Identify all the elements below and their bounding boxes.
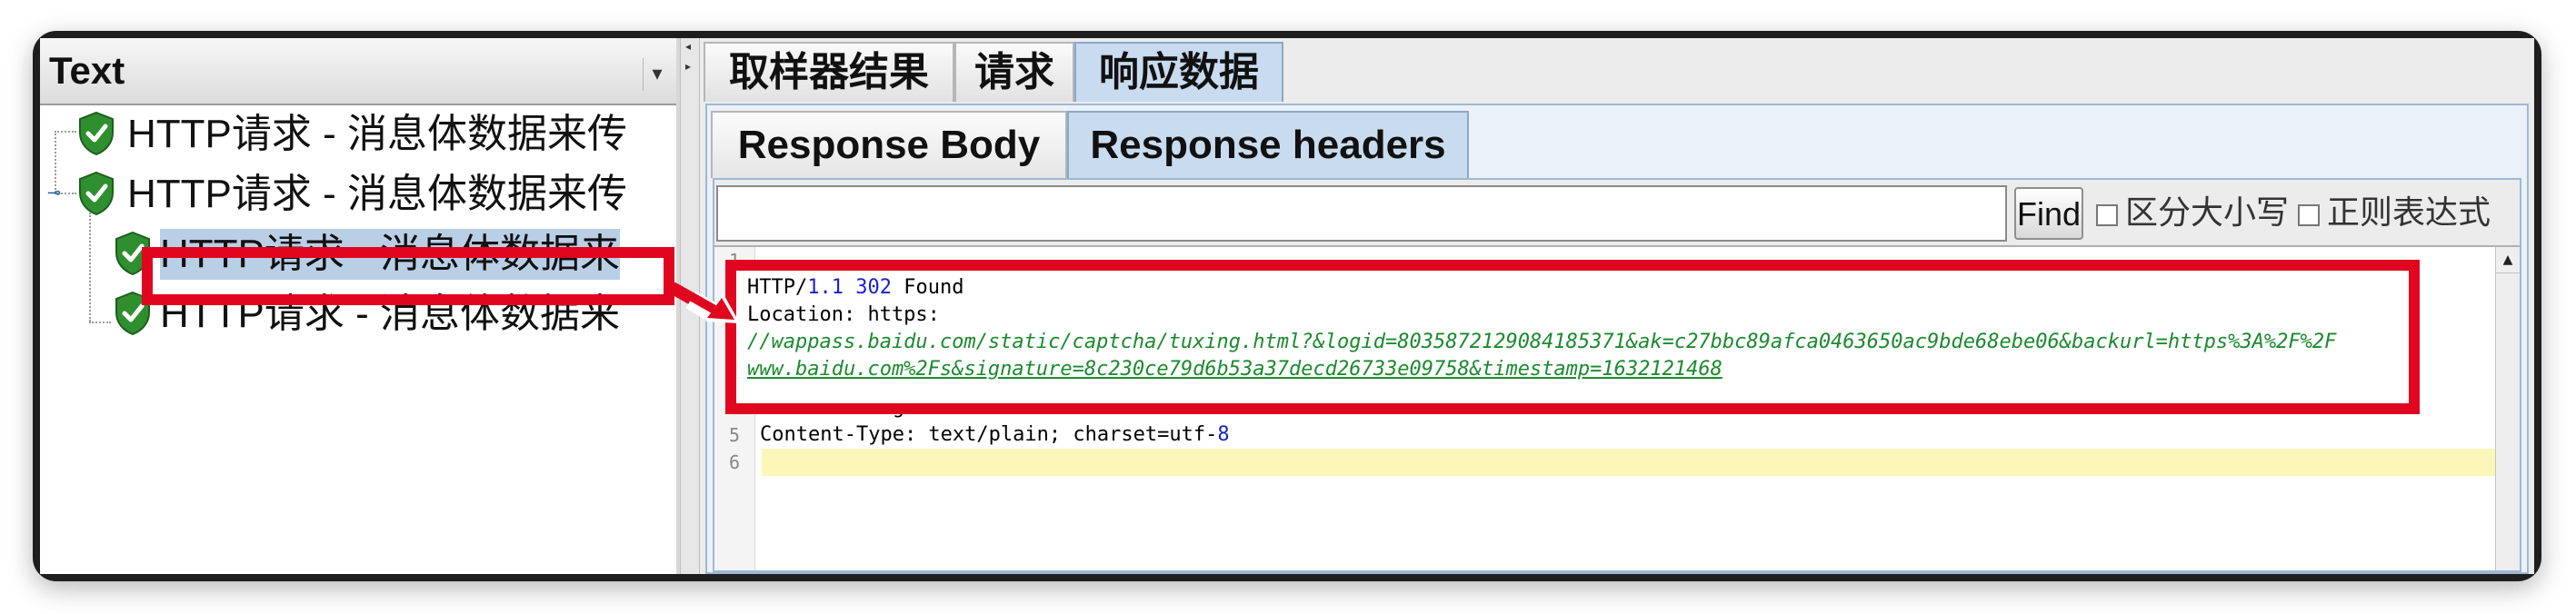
sampler-tree: ⊸ HTTP请求 - 消息体数据来传 HTTP请求 - 消息体数据来传 HTTP… — [40, 105, 676, 574]
current-line-highlight — [762, 449, 2501, 476]
checkbox-label: 区分大小写 — [2125, 194, 2290, 232]
success-shield-icon — [79, 171, 114, 216]
result-tabs: 取样器结果 请求 响应数据 — [700, 38, 2534, 104]
scroll-up-icon[interactable]: ▲ — [2496, 247, 2520, 273]
checkbox-box[interactable] — [2096, 204, 2118, 226]
response-data-pane: Response Body Response headers Find 区分大小… — [705, 104, 2529, 574]
tree-connector — [89, 322, 111, 323]
tab-request[interactable]: 请求 — [954, 42, 1074, 102]
tree-item-label: HTTP请求 - 消息体数据来 — [160, 292, 620, 336]
vertical-scrollbar[interactable]: ▲ — [2495, 247, 2520, 570]
expand-handle-icon[interactable]: ⊸ — [47, 183, 61, 203]
header-number: 8 — [1217, 423, 1230, 446]
combobox-value: Text — [49, 49, 125, 92]
tab-sampler-result[interactable]: 取样器结果 — [704, 42, 954, 102]
renderer-combobox[interactable]: Text ▾ — [40, 38, 676, 105]
line-number: 1 — [728, 250, 740, 272]
line-number-gutter: 1 2 3 4 5 6 — [714, 247, 755, 570]
results-tree-panel: Text ▾ ⊸ HTTP请求 - 消息体数据来传 HTTP请求 - 消息体数据… — [40, 38, 676, 574]
checkbox-box[interactable] — [2298, 204, 2320, 226]
line-number: 2 — [728, 277, 740, 299]
split-pane-handle[interactable]: ◂ ▸ — [680, 38, 700, 574]
tree-connector — [89, 213, 91, 322]
search-bar: Find 区分大小写 正则表达式 — [714, 180, 2520, 245]
screenshot-frame: Text ▾ ⊸ HTTP请求 - 消息体数据来传 HTTP请求 - 消息体数据… — [33, 31, 2541, 581]
tree-connector — [55, 131, 76, 133]
line-number: 4 — [728, 397, 740, 419]
code-line-content-length: Content-Length: 0 — [760, 394, 964, 421]
collapse-left-icon[interactable]: ◂ — [685, 40, 691, 53]
header-text: Content-Type: text/plain; charset=utf- — [760, 423, 1218, 446]
jmeter-window: Text ▾ ⊸ HTTP请求 - 消息体数据来传 HTTP请求 - 消息体数据… — [40, 38, 2534, 574]
find-button[interactable]: Find — [2014, 187, 2083, 240]
tree-item-label: HTTP请求 - 消息体数据来传 — [127, 112, 627, 156]
tab-response-data[interactable]: 响应数据 — [1074, 42, 1283, 102]
line-number: 3 — [728, 370, 740, 391]
headers-text-editor[interactable]: 1 2 3 4 5 6 Date: Mon, 20 Sep 2021 07:04… — [714, 245, 2520, 570]
expand-right-icon[interactable]: ▸ — [685, 60, 691, 73]
tab-response-body[interactable]: Response Body — [711, 111, 1067, 178]
line-number: 6 — [728, 451, 740, 473]
tree-item-label: HTTP请求 - 消息体数据来 — [160, 229, 620, 280]
chevron-down-icon[interactable]: ▾ — [643, 58, 671, 91]
response-headers-pane: Find 区分大小写 正则表达式 1 2 3 4 5 6 Date: Mon, … — [713, 178, 2521, 572]
search-input[interactable] — [716, 185, 2007, 242]
tab-response-headers[interactable]: Response headers — [1067, 111, 1469, 178]
header-number: 0 — [952, 396, 965, 419]
header-text: Content-Length: — [760, 396, 953, 419]
tree-item-label: HTTP请求 - 消息体数据来传 — [127, 172, 627, 216]
checkbox-label: 正则表达式 — [2327, 194, 2491, 232]
success-shield-icon — [115, 291, 150, 336]
success-shield-icon — [79, 111, 114, 156]
result-detail-panel: 取样器结果 请求 响应数据 Response Body Response hea… — [700, 38, 2534, 574]
code-line-date: Date: Mon, 20 Sep 2021 07:04:28 GMT — [760, 369, 1182, 391]
line-number: 5 — [728, 424, 740, 446]
code-line-content-type: Content-Type: text/plain; charset=utf-8 — [760, 421, 1230, 449]
success-shield-icon — [115, 231, 150, 276]
